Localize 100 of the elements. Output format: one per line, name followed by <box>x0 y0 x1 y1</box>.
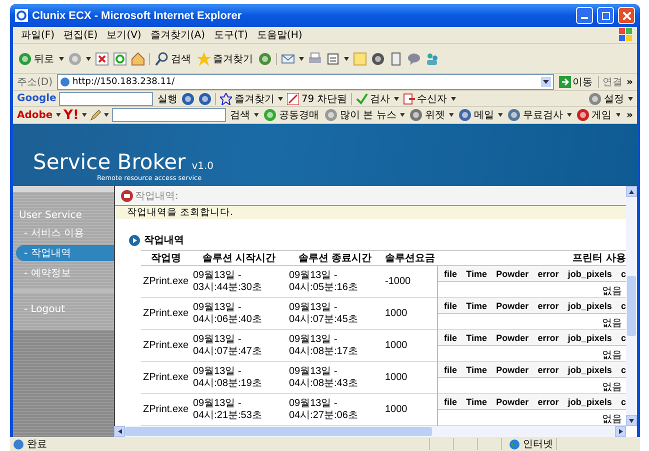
scroll-left-button[interactable] <box>114 426 125 437</box>
scroll-thumb[interactable] <box>125 427 432 436</box>
caret-icon[interactable] <box>344 56 349 60</box>
scroll-down-button[interactable] <box>626 415 637 426</box>
caret-icon[interactable] <box>56 113 61 117</box>
column-header: file <box>444 396 458 406</box>
table-cell-text: -1000 <box>384 276 411 288</box>
close-button[interactable] <box>618 7 635 24</box>
google-logo: Google <box>17 93 56 104</box>
caret-icon[interactable] <box>451 96 456 100</box>
column-header: job_pixels <box>568 364 612 374</box>
toolbar-link[interactable]: 공동경매 <box>262 108 320 122</box>
toolbar-link[interactable]: 많이 본 뉴스 <box>322 108 398 122</box>
address-label: 주소(D) <box>17 76 53 89</box>
device-icon[interactable] <box>389 52 403 66</box>
dropdown-icon[interactable] <box>540 77 551 87</box>
caret-icon[interactable] <box>104 113 110 117</box>
column-header: Time <box>466 396 487 406</box>
table-cell-text: 09월13일 - 04시:07분:47초 <box>192 334 263 358</box>
scroll-thumb[interactable] <box>627 276 636 336</box>
search-button[interactable]: 검색 <box>154 52 192 66</box>
horizontal-scrollbar[interactable] <box>114 426 626 437</box>
caret-icon[interactable] <box>59 56 64 60</box>
column-header: job_pixels <box>568 300 612 310</box>
scroll-up-button[interactable] <box>626 186 637 197</box>
right-arrow-icon[interactable] <box>618 429 622 434</box>
toolbar-link[interactable]: 게임 <box>574 108 613 122</box>
menu-item[interactable]: 보기(V) <box>102 28 146 42</box>
menu-item[interactable]: 도움말(H) <box>252 28 306 42</box>
blocked-icon[interactable] <box>287 92 300 104</box>
bookmarks-button[interactable]: 즐겨찾기 <box>219 92 276 106</box>
star-icon[interactable] <box>197 52 211 66</box>
run-button[interactable]: 실행 <box>156 92 178 106</box>
go-arrow-icon[interactable] <box>558 76 571 88</box>
menu-item[interactable]: 즐겨찾기(A) <box>146 28 209 42</box>
table-cell-text: 09월13일 - 04시:21분:53초 <box>192 398 263 422</box>
yahoo-logo[interactable]: Y! <box>64 108 79 122</box>
settings-button[interactable]: 설정 <box>587 92 625 106</box>
maximize-icon[interactable] <box>602 12 610 20</box>
home-icon[interactable] <box>131 52 145 66</box>
caret-icon[interactable] <box>498 113 503 117</box>
people-icon[interactable] <box>425 52 439 66</box>
left-arrow-icon[interactable] <box>118 429 122 434</box>
toolbar-link[interactable]: 메일 <box>457 108 495 122</box>
toolbar-link[interactable]: 위젯 <box>408 108 446 122</box>
links-label[interactable]: 연결 <box>602 75 623 89</box>
send-to-button[interactable]: 수신자 <box>402 92 448 106</box>
go-button[interactable]: 이동 <box>558 75 594 89</box>
caret-icon[interactable] <box>449 113 454 117</box>
caret-icon[interactable] <box>616 113 620 117</box>
menu-item[interactable]: 편집(E) <box>60 28 102 42</box>
google-search-field[interactable] <box>59 92 154 106</box>
vertical-scrollbar[interactable] <box>626 186 637 426</box>
play-bullet-icon <box>129 234 140 246</box>
favorites-button[interactable]: 즐겨찾기 <box>196 52 254 66</box>
back-button[interactable]: 뒤로 <box>17 52 55 66</box>
refresh-icon[interactable] <box>113 52 127 66</box>
check-icon[interactable] <box>356 92 368 104</box>
adobe-logo[interactable]: Adobe <box>17 110 53 120</box>
caret-icon[interactable] <box>628 96 633 100</box>
star-icon[interactable] <box>220 92 232 104</box>
caret-icon[interactable] <box>566 113 572 117</box>
column-header: 작업명 <box>150 252 182 265</box>
table-cell-text: 09월13일 - 04시:05분:16초 <box>288 270 359 294</box>
notice-banner: 작업내역을 조회합니다. <box>115 206 626 219</box>
scroll-right-button[interactable] <box>615 426 626 437</box>
column-header: Powder <box>496 396 529 406</box>
menu-item[interactable]: 도구(T) <box>210 28 252 42</box>
pencil-icon[interactable] <box>90 109 102 121</box>
more-chevron[interactable]: » <box>626 110 633 120</box>
speech-bubble-icon[interactable] <box>407 52 421 66</box>
column-header: error <box>538 364 559 374</box>
down-arrow-icon[interactable] <box>629 418 634 422</box>
up-arrow-icon[interactable] <box>629 190 634 194</box>
column-header: file <box>444 268 458 278</box>
caret-icon[interactable] <box>278 96 284 100</box>
document-icon[interactable] <box>326 52 340 66</box>
popup-blocker-button[interactable]: 79 차단됨 <box>286 92 348 106</box>
caret-icon[interactable] <box>400 113 406 117</box>
column-header: error <box>538 396 559 406</box>
more-chevron[interactable]: » <box>626 76 633 88</box>
maximize-button[interactable] <box>597 7 614 24</box>
toolbar-link[interactable]: 무료검사 <box>506 108 564 122</box>
close-icon[interactable] <box>622 12 630 20</box>
stop-icon[interactable] <box>95 52 109 66</box>
spellcheck-button[interactable]: 검사 <box>355 92 392 106</box>
caret-icon[interactable] <box>82 113 87 117</box>
address-field[interactable]: http://150.183.238.11/ <box>56 74 554 90</box>
yahoo-search-button[interactable]: 검색 <box>229 108 252 122</box>
caret-icon[interactable] <box>299 56 304 60</box>
minimize-button[interactable] <box>576 7 593 24</box>
caret-icon[interactable] <box>394 96 400 100</box>
sidebar-item[interactable]: - 작업내역 <box>16 245 114 261</box>
menu-item[interactable]: 파일(F) <box>17 28 59 42</box>
yahoo-search-field[interactable] <box>112 108 226 122</box>
caret-icon[interactable] <box>86 56 91 60</box>
search-icon[interactable] <box>155 52 169 66</box>
caret-icon[interactable] <box>254 113 259 117</box>
mail-icon[interactable] <box>281 52 295 66</box>
send-icon[interactable] <box>403 92 416 104</box>
